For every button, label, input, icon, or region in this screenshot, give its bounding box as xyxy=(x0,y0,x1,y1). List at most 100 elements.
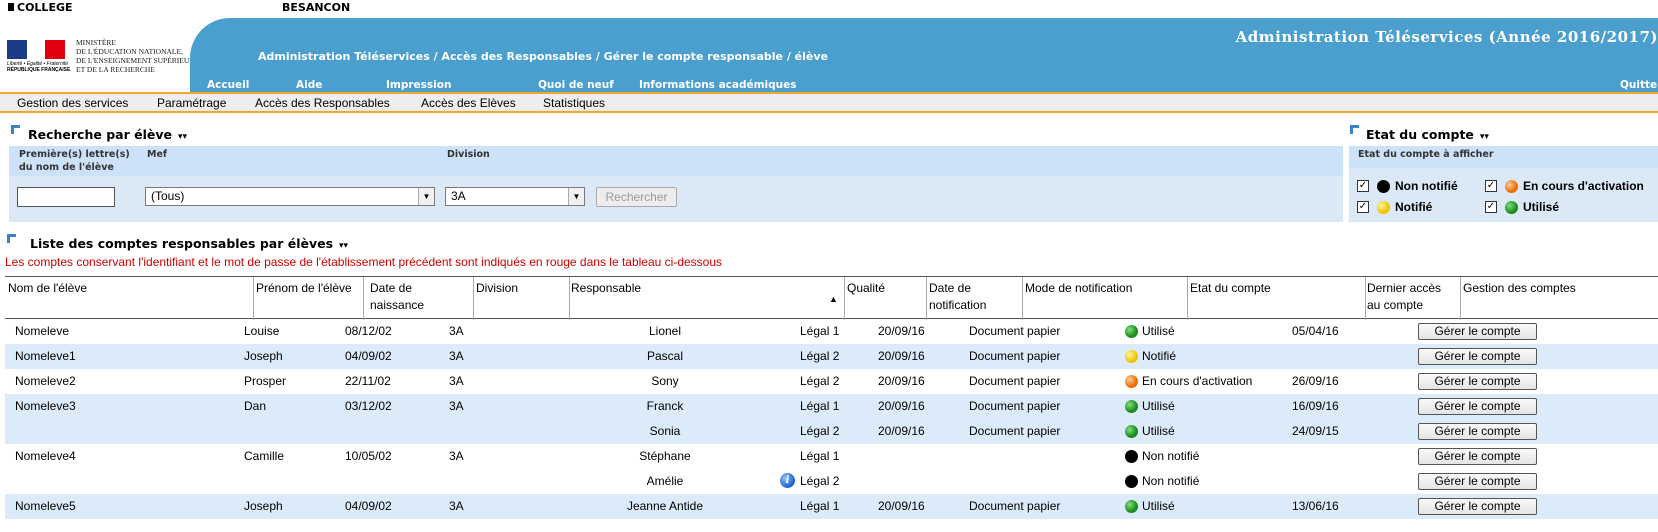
cell-mode: Document papier xyxy=(969,349,1061,363)
menu-statistiques[interactable]: Statistiques xyxy=(543,96,605,110)
cell-nom: Nomeleve xyxy=(15,324,70,338)
nav-aide[interactable]: Aide xyxy=(296,79,322,91)
cell-division: 3A xyxy=(449,324,464,338)
nav-quitter[interactable]: Quitte xyxy=(1620,79,1657,91)
legend-utilise: Utilisé xyxy=(1505,200,1559,215)
app-title: Administration Téléservices (Année 2016/… xyxy=(1235,28,1658,46)
cell-date_notif: 20/09/16 xyxy=(878,399,925,413)
republique-text: RÉPUBLIQUE FRANÇAISE xyxy=(7,67,71,73)
cell-division: 3A xyxy=(449,449,464,463)
checkbox-en-cours-activation[interactable]: ✓ xyxy=(1485,180,1497,192)
manage-account-button[interactable]: Gérer le compte xyxy=(1418,448,1537,465)
cell-etat: En cours d'activation xyxy=(1142,374,1253,388)
col-responsable[interactable]: Responsable xyxy=(571,280,641,297)
cell-naissance: 03/12/02 xyxy=(345,399,392,413)
col-naissance[interactable]: Date de naissance xyxy=(370,280,424,314)
checkbox-utilise[interactable]: ✓ xyxy=(1485,201,1497,213)
col-gestion: Gestion des comptes xyxy=(1463,281,1576,295)
info-icon[interactable]: i xyxy=(780,473,795,488)
col-nom[interactable]: Nom de l'élève xyxy=(8,280,87,297)
nav-accueil[interactable]: Accueil xyxy=(207,79,249,91)
cell-etat: Non notifié xyxy=(1142,474,1200,488)
sort-asc-icon[interactable]: ▲ xyxy=(829,291,838,308)
cell-nom: Nomeleve4 xyxy=(15,449,76,463)
cell-prenom: Louise xyxy=(244,324,280,338)
cell-qualite: Légal 1 xyxy=(800,399,840,413)
cell-prenom: Camille xyxy=(244,449,285,463)
cell-acces: 16/09/16 xyxy=(1292,399,1339,413)
cell-prenom: Joseph xyxy=(244,349,283,363)
col-qualite[interactable]: Qualité xyxy=(847,280,885,297)
section-icon xyxy=(1350,125,1359,134)
col-dernier-acces[interactable]: Dernier accès au compte xyxy=(1367,280,1441,314)
cell-date_notif: 20/09/16 xyxy=(878,424,925,438)
collapse-icon[interactable]: ▾▾ xyxy=(1480,132,1489,142)
col-prenom[interactable]: Prénom de l'élève xyxy=(256,280,352,297)
status-dot-icon xyxy=(1125,425,1138,438)
etat-subtitle: Etat du compte à afficher xyxy=(1358,149,1494,160)
cell-etat: Utilisé xyxy=(1142,324,1175,338)
status-dot-icon xyxy=(1125,325,1138,338)
cell-qualite: Légal 1 xyxy=(800,499,840,513)
list-section-title: Liste des comptes responsables par élève… xyxy=(30,236,349,251)
menu-acces-responsables[interactable]: Accès des Responsables xyxy=(255,96,390,110)
student-name-input[interactable] xyxy=(17,187,115,207)
manage-account-button[interactable]: Gérer le compte xyxy=(1418,473,1537,490)
cell-mode: Document papier xyxy=(969,399,1061,413)
cell-date_notif: 20/09/16 xyxy=(878,349,925,363)
breadcrumb: Administration Téléservices / Accès des … xyxy=(258,50,828,63)
col-mode-notification[interactable]: Mode de notification xyxy=(1025,280,1132,297)
cell-division: 3A xyxy=(449,499,464,513)
cell-responsable: Sony xyxy=(651,374,679,388)
menu-gestion-services[interactable]: Gestion des services xyxy=(17,96,128,110)
cell-date_notif: 20/09/16 xyxy=(878,324,925,338)
division-select[interactable]: 3A ▼ xyxy=(445,187,585,206)
checkbox-non-notifie[interactable]: ✓ xyxy=(1357,180,1369,192)
status-dot-icon xyxy=(1505,180,1518,194)
manage-account-button[interactable]: Gérer le compte xyxy=(1418,323,1537,340)
college-label: COLLEGE xyxy=(8,1,73,14)
cell-division: 3A xyxy=(449,399,464,413)
nav-impression[interactable]: Impression xyxy=(386,79,451,91)
col-etat[interactable]: Etat du compte xyxy=(1190,280,1271,297)
chevron-down-icon: ▼ xyxy=(418,188,434,205)
status-dot-icon xyxy=(1377,201,1390,215)
cell-responsable: Sonia xyxy=(649,424,681,438)
cell-acces: 05/04/16 xyxy=(1292,324,1339,338)
status-dot-icon xyxy=(1125,400,1138,413)
cell-etat: Notifié xyxy=(1142,349,1177,363)
menu-parametrage[interactable]: Paramétrage xyxy=(157,96,226,110)
manage-account-button[interactable]: Gérer le compte xyxy=(1418,373,1537,390)
checkbox-notifie[interactable]: ✓ xyxy=(1357,201,1369,213)
cell-date_notif: 20/09/16 xyxy=(878,374,925,388)
cell-nom: Nomeleve1 xyxy=(15,349,76,363)
status-dot-icon xyxy=(1125,475,1138,488)
manage-account-button[interactable]: Gérer le compte xyxy=(1418,423,1537,440)
header-top-strip xyxy=(0,0,1658,18)
manage-account-button[interactable]: Gérer le compte xyxy=(1418,348,1537,365)
cell-prenom: Prosper xyxy=(244,374,287,388)
ministry-name: MINISTÈRE DE L'ÉDUCATION NATIONALE, DE L… xyxy=(76,38,195,74)
search-button[interactable]: Rechercher xyxy=(596,187,677,207)
col-division[interactable]: Division xyxy=(476,280,518,297)
menu-acces-eleves[interactable]: Accès des Elèves xyxy=(421,96,516,110)
cell-responsable: Stéphane xyxy=(639,449,691,463)
nav-informations-academiques[interactable]: Informations académiques xyxy=(639,79,797,91)
col-date-notification[interactable]: Date de notification xyxy=(929,280,986,314)
square-bullet-icon xyxy=(8,3,14,11)
section-icon xyxy=(7,234,16,243)
manage-account-button[interactable]: Gérer le compte xyxy=(1418,398,1537,415)
nav-quoi-de-neuf[interactable]: Quoi de neuf xyxy=(538,79,614,91)
manage-account-button[interactable]: Gérer le compte xyxy=(1418,498,1537,515)
mef-select[interactable]: (Tous) ▼ xyxy=(145,187,435,206)
cell-etat: Utilisé xyxy=(1142,424,1175,438)
status-dot-icon xyxy=(1125,500,1138,513)
legend-non-notifie: Non notifié xyxy=(1377,179,1458,194)
main-menu-bar: Gestion des services Paramétrage Accès d… xyxy=(0,92,1658,113)
cell-qualite: Légal 2 xyxy=(800,374,840,388)
cell-responsable: Franck xyxy=(646,399,684,413)
cell-division: 3A xyxy=(449,349,464,363)
collapse-icon[interactable]: ▾▾ xyxy=(339,241,348,251)
collapse-icon[interactable]: ▾▾ xyxy=(178,132,187,142)
cell-acces: 24/09/15 xyxy=(1292,424,1339,438)
